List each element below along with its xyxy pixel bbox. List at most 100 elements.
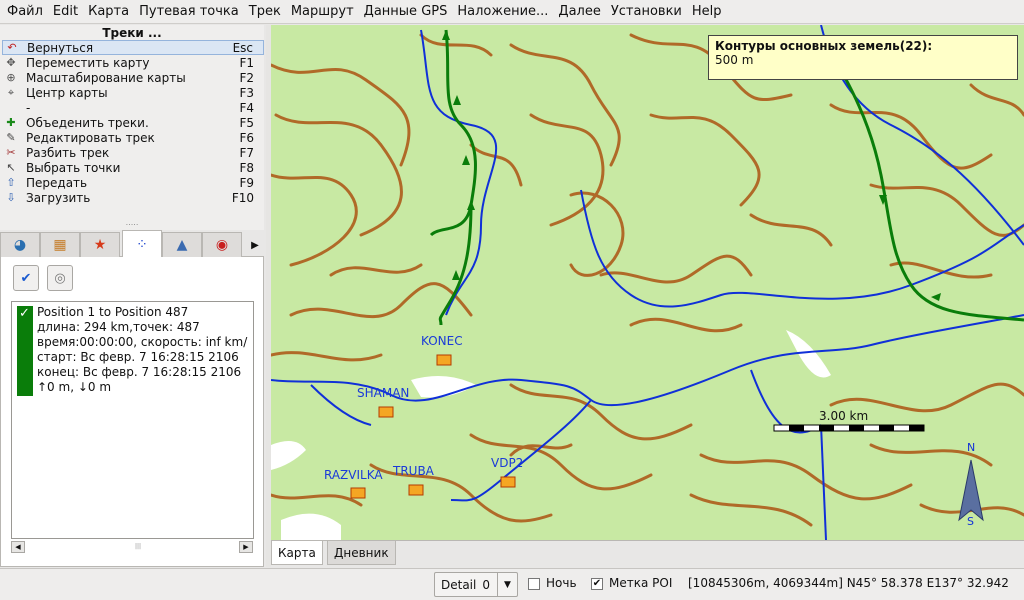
map-view[interactable]: KONEC SHAMAN RAZVILKA TRUBA VDP2 3.00 km…	[271, 25, 1024, 540]
track-info[interactable]: Position 1 to Position 487 длина: 294 km…	[37, 305, 253, 395]
globe-icon: ◕	[13, 237, 27, 253]
track-color-swatch[interactable]: ✓	[17, 306, 33, 396]
action-label: -	[26, 100, 31, 115]
action-label: Объеденить треки.	[26, 115, 149, 130]
action-shortcut: F2	[239, 70, 254, 85]
track-actions-panel: Треки ... ↶ Вернуться Esc ✥ Переместить …	[0, 25, 264, 230]
action-separator[interactable]: - F4	[2, 100, 264, 115]
horizontal-scrollbar[interactable]: ◀ ||| ▶	[11, 540, 254, 554]
waypoint-label-razvilka[interactable]: RAZVILKA	[324, 468, 383, 482]
tab-routes[interactable]: ▲	[162, 232, 202, 257]
move-map-icon: ✥	[6, 56, 16, 69]
map-canvas[interactable]: KONEC SHAMAN RAZVILKA TRUBA VDP2 3.00 km…	[271, 25, 1024, 540]
split-track-icon: ✂	[6, 146, 16, 159]
action-edit-track[interactable]: ✎ Редактировать трек F6	[2, 130, 264, 145]
track-length: длина: 294 km,точек: 487	[37, 320, 200, 334]
action-shortcut: F10	[231, 190, 254, 205]
action-label: Выбрать точки	[26, 160, 121, 175]
check-all-button[interactable]: ✔	[13, 265, 39, 291]
action-back[interactable]: ↶ Вернуться Esc	[2, 40, 264, 55]
compass-south-label: S	[967, 515, 974, 528]
menu-map[interactable]: Карта	[83, 0, 134, 24]
action-select-points[interactable]: ↖ Выбрать точки F8	[2, 160, 264, 175]
action-download[interactable]: ⇩ Загрузить F10	[2, 190, 264, 205]
track-list[interactable]: ✓ Position 1 to Position 487 длина: 294 …	[11, 301, 254, 539]
tooltip-value: 500 m	[715, 53, 754, 67]
waypoint-label-vdp2[interactable]: VDP2	[491, 456, 523, 470]
night-label: Ночь	[546, 576, 577, 590]
action-label: Загрузить	[26, 190, 91, 205]
scale-label: 3.00 km	[819, 409, 868, 423]
select-points-icon: ↖	[6, 161, 16, 174]
action-combine-tracks[interactable]: ✚ Объеденить треки. F5	[2, 115, 264, 130]
action-label: Разбить трек	[26, 145, 110, 160]
zoom-map-icon: ⊕	[6, 71, 16, 84]
menu-help[interactable]: Help	[687, 0, 727, 24]
coordinates-readout: [10845306m, 4069344m] N45° 58.378 E137° …	[688, 576, 1009, 590]
night-checkbox[interactable]	[528, 578, 540, 590]
tab-diary[interactable]: Дневник	[327, 541, 396, 565]
action-shortcut: F6	[239, 130, 254, 145]
detail-label: Detail	[441, 577, 477, 592]
waypoint-label-shaman[interactable]: SHAMAN	[357, 386, 409, 400]
download-icon: ⇩	[6, 191, 16, 204]
tab-gps[interactable]: ◉	[202, 232, 242, 257]
clear-button[interactable]: ◎	[47, 265, 73, 291]
detail-value: 0	[482, 577, 490, 592]
action-zoom-map[interactable]: ⊕ Масштабирование карты F2	[2, 70, 264, 85]
track-end: конец: Вс февр. 7 16:28:15 2106	[37, 365, 242, 379]
menu-settings[interactable]: Установки	[606, 0, 687, 24]
chevron-down-icon[interactable]: ▼	[497, 573, 517, 596]
track-time: время:00:00:00, скорость: inf km/	[37, 335, 248, 349]
map-tab-strip: Карта Дневник	[271, 540, 1024, 567]
tab-tracks[interactable]: ⁘	[122, 230, 162, 258]
panel-tab-strip: ◕ ▦ ★ ⁘ ▲ ◉ ▶	[0, 229, 264, 258]
track-checkmark-icon: ✓	[19, 306, 30, 321]
combine-tracks-icon: ✚	[6, 116, 16, 129]
menu-waypoint[interactable]: Путевая точка	[134, 0, 244, 24]
tab-map-view[interactable]: Карта	[271, 541, 323, 565]
scroll-right-button[interactable]: ▶	[239, 541, 253, 553]
waypoint-label-konec[interactable]: KONEC	[421, 334, 463, 348]
action-label: Переместить карту	[26, 55, 150, 70]
tab-globe[interactable]: ◕	[0, 232, 40, 257]
scroll-thumb[interactable]: |||	[131, 543, 145, 551]
menu-overlay[interactable]: Наложение...	[452, 0, 553, 24]
menu-track[interactable]: Трек	[244, 0, 286, 24]
action-center-map[interactable]: ⌖ Центр карты F3	[2, 85, 264, 100]
menu-gps-data[interactable]: Данные GPS	[359, 0, 453, 24]
tooltip-title: Контуры основных земель(22):	[715, 39, 933, 53]
gps-icon: ◉	[215, 237, 229, 253]
menu-bar: Файл Edit Карта Путевая точка Трек Маршр…	[0, 0, 1024, 24]
center-map-icon: ⌖	[7, 85, 15, 99]
track-name: Position 1 to Position 487	[37, 305, 189, 319]
menu-edit[interactable]: Edit	[48, 0, 83, 24]
map-tooltip: Контуры основных земель(22): 500 m	[708, 35, 1018, 80]
menu-file[interactable]: Файл	[2, 0, 48, 24]
map-icon: ▦	[53, 237, 67, 253]
track-icon: ⁘	[136, 236, 148, 253]
action-shortcut: F3	[239, 85, 254, 100]
action-split-track[interactable]: ✂ Разбить трек F7	[2, 145, 264, 160]
poi-checkbox[interactable]: ✔	[591, 578, 603, 590]
action-move-map[interactable]: ✥ Переместить карту F1	[2, 55, 264, 70]
scroll-left-button[interactable]: ◀	[11, 541, 25, 553]
detail-select[interactable]: Detail 0 ▼	[434, 572, 518, 597]
splitter-grip[interactable]: .....	[122, 219, 142, 227]
tab-map[interactable]: ▦	[40, 232, 80, 257]
action-upload[interactable]: ⇧ Передать F9	[2, 175, 264, 190]
disc-icon: ◎	[54, 270, 66, 286]
action-shortcut: F1	[239, 55, 254, 70]
action-shortcut: F4	[239, 100, 254, 115]
tab-waypoints[interactable]: ★	[80, 232, 120, 257]
track-elevation: ↑0 m, ↓0 m	[37, 380, 112, 394]
tab-scroll-right[interactable]: ▶	[248, 235, 262, 255]
menu-more[interactable]: Далее	[553, 0, 605, 24]
menu-route[interactable]: Маршрут	[286, 0, 359, 24]
action-label: Передать	[26, 175, 88, 190]
tracks-pane: ✔ ◎ ✓ Position 1 to Position 487 длина: …	[0, 257, 264, 567]
waypoint-label-truba[interactable]: TRUBA	[392, 464, 435, 478]
compass-north-label: N	[967, 441, 975, 454]
upload-icon: ⇧	[6, 176, 16, 189]
checkmark-icon: ✔	[20, 270, 32, 286]
